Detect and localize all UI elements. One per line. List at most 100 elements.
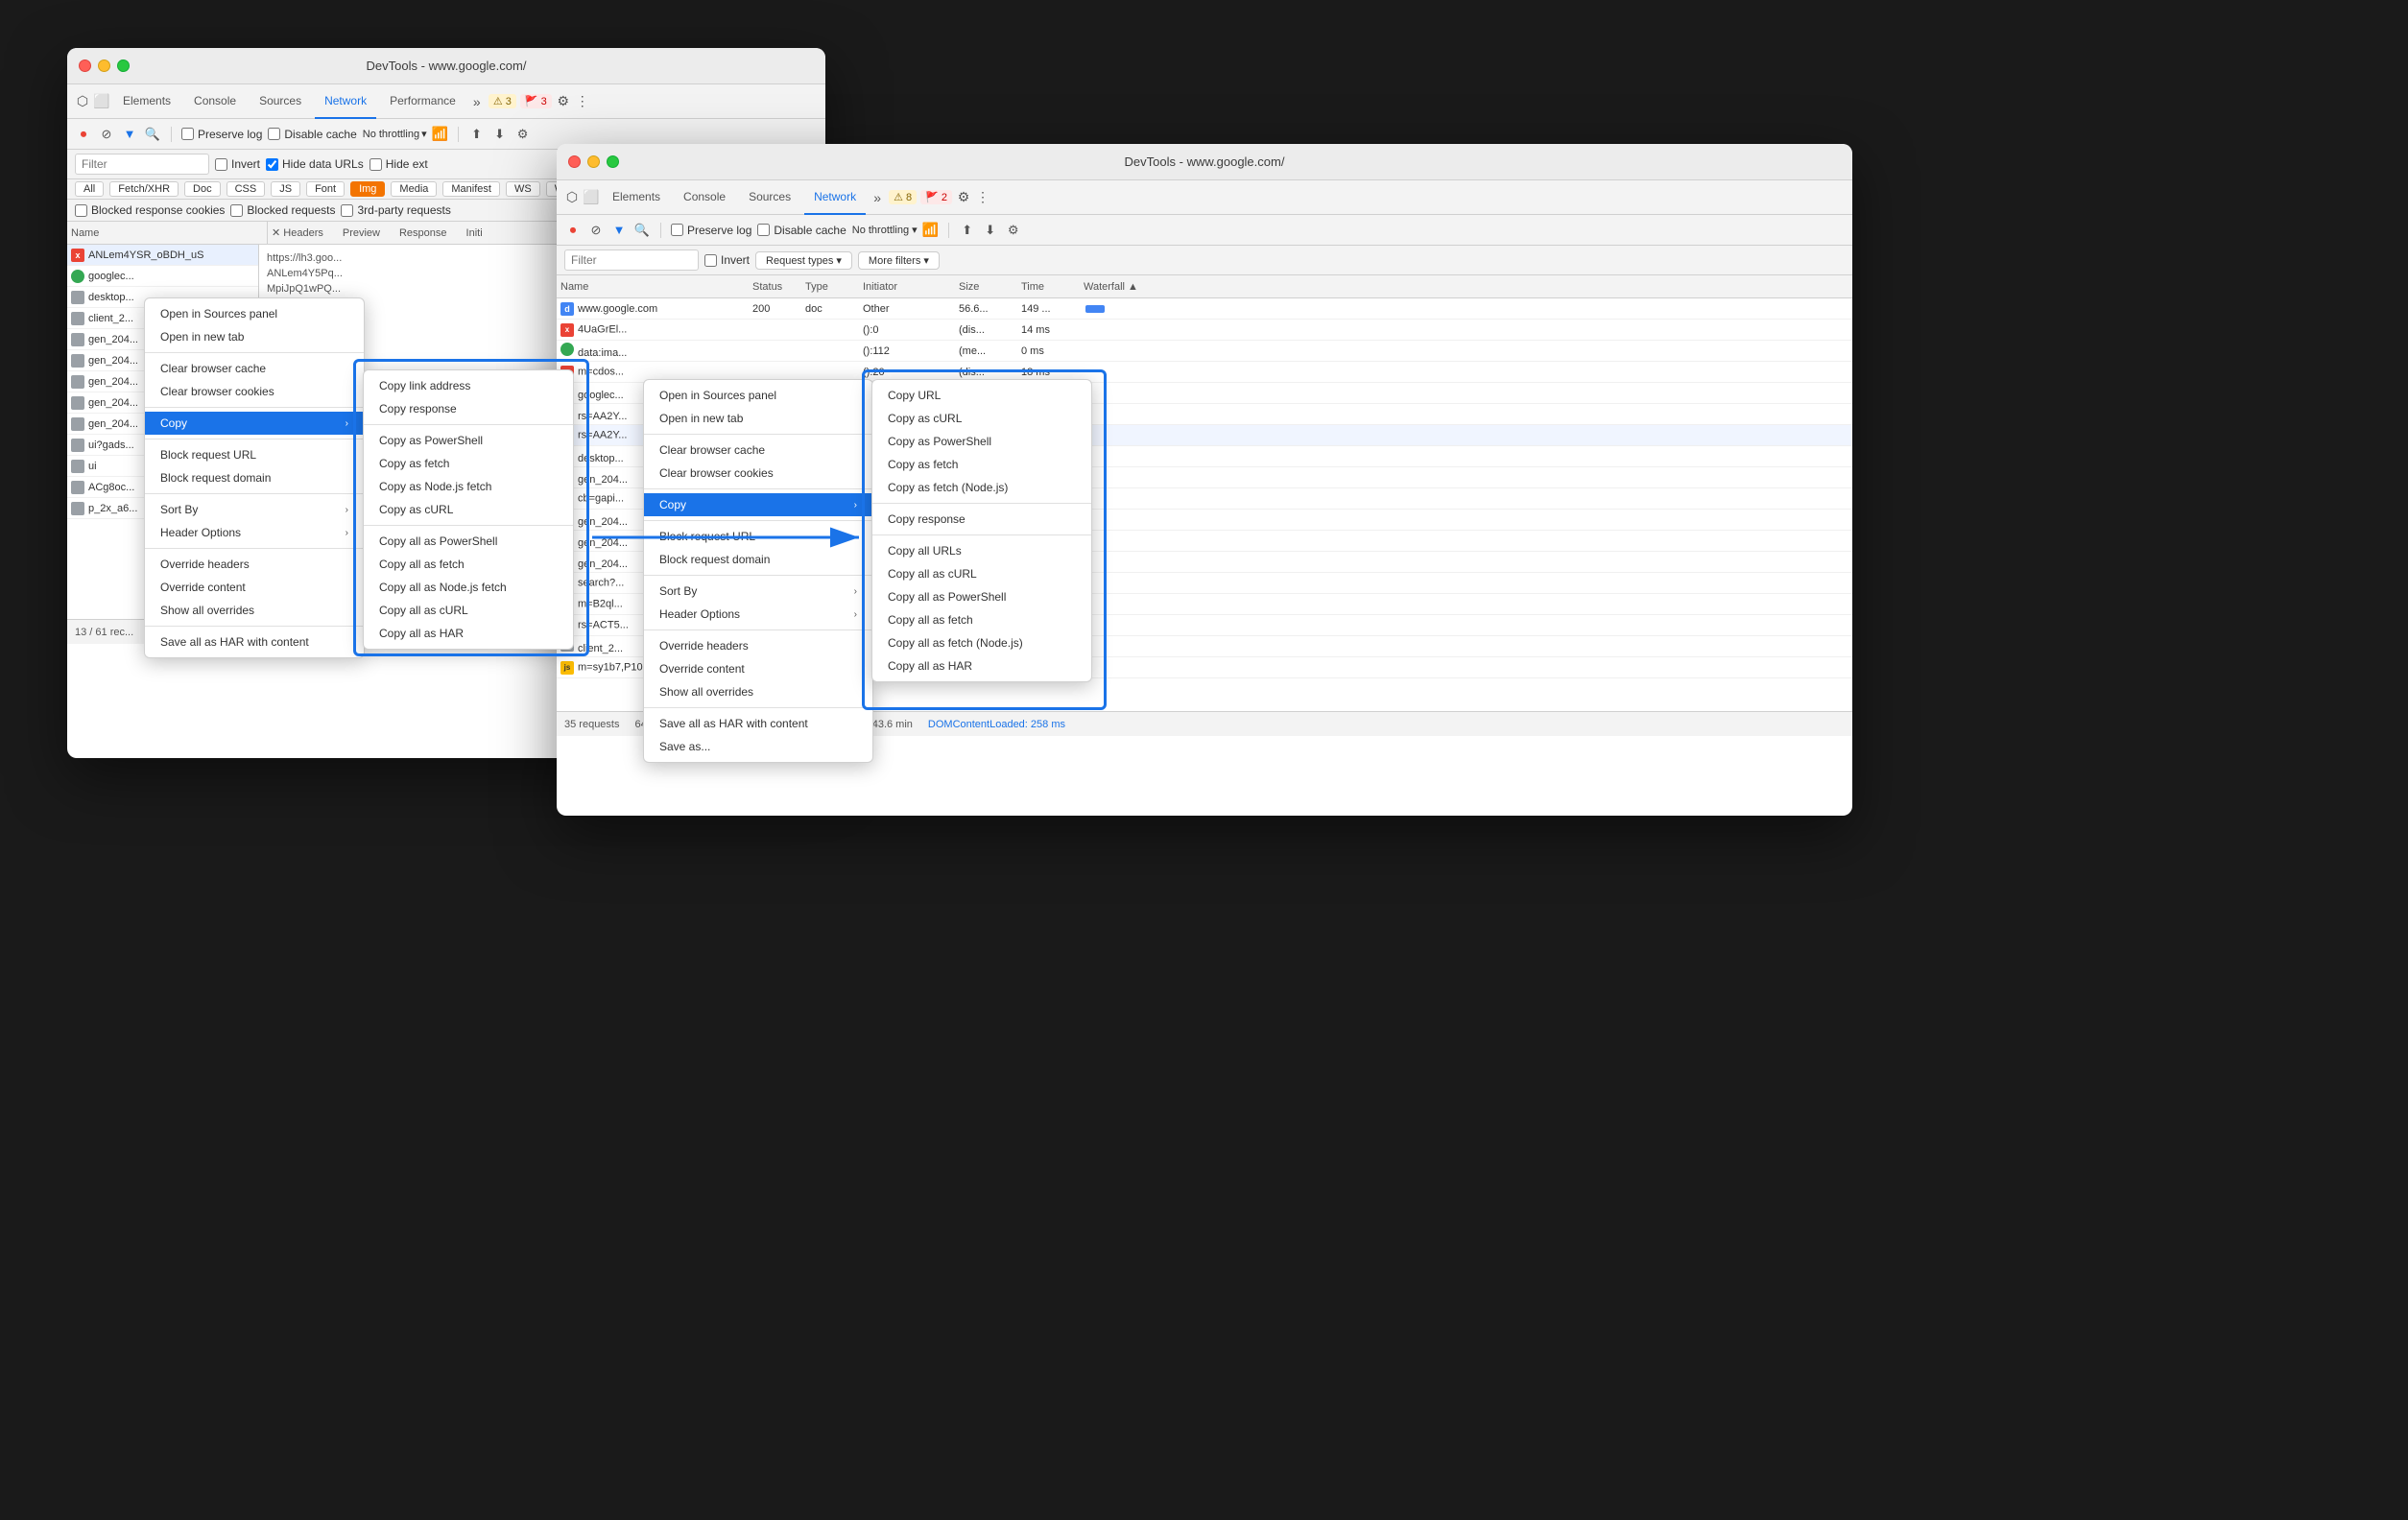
clear-icon-left[interactable]: ⊘	[98, 126, 115, 143]
filter-input-left[interactable]	[75, 154, 209, 175]
menu-item-block-domain-left[interactable]: Block request domain	[145, 466, 364, 489]
filter-ws-left[interactable]: WS	[506, 181, 540, 197]
menu-item-copy-all-curl-left[interactable]: Copy all as cURL	[364, 599, 573, 622]
filter-manifest-left[interactable]: Manifest	[442, 181, 500, 197]
table-row[interactable]: x4UaGrEl... ():0 (dis... 14 ms	[557, 320, 1852, 341]
filter-fetch-left[interactable]: Fetch/XHR	[109, 181, 179, 197]
tab-console-left[interactable]: Console	[184, 84, 246, 119]
menu-item-copy-curl-left[interactable]: Copy as cURL	[364, 498, 573, 521]
menu-item-sort-right[interactable]: Sort By ›	[644, 580, 872, 603]
cursor-icon-left[interactable]: ⬡	[75, 94, 90, 109]
menu-item-copy-fetch-left[interactable]: Copy as fetch	[364, 452, 573, 475]
settings2-icon-right[interactable]: ⚙	[1005, 222, 1022, 239]
tab-console-right[interactable]: Console	[674, 180, 735, 215]
device-icon-left[interactable]: ⬜	[94, 94, 109, 109]
more-tabs-icon-left[interactable]: »	[469, 94, 485, 109]
menu-item-show-overrides-left[interactable]: Show all overrides	[145, 599, 364, 622]
wifi-icon-left[interactable]: 📶	[433, 127, 448, 142]
menu-item-block-url-right[interactable]: Block request URL	[644, 525, 872, 548]
filter-icon-right[interactable]: ▼	[610, 222, 628, 239]
menu-item-copy-all-powershell-right[interactable]: Copy all as PowerShell	[872, 585, 1091, 608]
close-button-left[interactable]	[79, 59, 91, 72]
table-row[interactable]: x ANLem4YSR_oBDH_uS	[67, 245, 258, 266]
menu-item-open-sources-left[interactable]: Open in Sources panel	[145, 302, 364, 325]
settings2-icon-left[interactable]: ⚙	[514, 126, 532, 143]
menu-item-header-options-left[interactable]: Header Options ›	[145, 521, 364, 544]
maximize-button-left[interactable]	[117, 59, 130, 72]
record-icon-left[interactable]: ⏺	[75, 126, 92, 143]
menu-item-copy-all-nodejs-left[interactable]: Copy all as Node.js fetch	[364, 576, 573, 599]
filter-js-left[interactable]: JS	[271, 181, 300, 197]
table-row[interactable]: dwww.google.com 200 doc Other 56.6... 14…	[557, 298, 1852, 320]
filter-input-right[interactable]	[564, 249, 699, 271]
minimize-button-right[interactable]	[587, 155, 600, 168]
menu-item-clear-cookies-left[interactable]: Clear browser cookies	[145, 380, 364, 403]
menu-item-header-options-right[interactable]: Header Options ›	[644, 603, 872, 626]
tab-elements-right[interactable]: Elements	[603, 180, 670, 215]
more-filters-btn[interactable]: More filters ▾	[858, 251, 940, 270]
menu-item-save-har-left[interactable]: Save all as HAR with content	[145, 630, 364, 653]
menu-item-copy-all-curl-right[interactable]: Copy all as cURL	[872, 562, 1091, 585]
menu-item-block-url-left[interactable]: Block request URL	[145, 443, 364, 466]
throttle-select-right[interactable]: No throttling ▾	[852, 224, 918, 236]
menu-item-sort-left[interactable]: Sort By ›	[145, 498, 364, 521]
third-party-left[interactable]: 3rd-party requests	[341, 203, 450, 217]
menu-item-override-headers-right[interactable]: Override headers	[644, 634, 872, 657]
request-types-btn[interactable]: Request types ▾	[755, 251, 852, 270]
tab-performance-left[interactable]: Performance	[380, 84, 465, 119]
filter-img-left[interactable]: Img	[350, 181, 385, 197]
menu-item-clear-cache-left[interactable]: Clear browser cache	[145, 357, 364, 380]
menu-item-copy-all-fetch-left[interactable]: Copy all as fetch	[364, 553, 573, 576]
invert-checkbox-right[interactable]: Invert	[704, 253, 750, 267]
invert-checkbox-left[interactable]: Invert	[215, 157, 260, 171]
hide-ext-left[interactable]: Hide ext	[370, 157, 428, 171]
filter-font-left[interactable]: Font	[306, 181, 345, 197]
menu-item-open-tab-right[interactable]: Open in new tab	[644, 407, 872, 430]
filter-media-left[interactable]: Media	[391, 181, 437, 197]
device-icon-right[interactable]: ⬜	[584, 190, 599, 205]
table-row[interactable]: data:ima... ():112 (me... 0 ms	[557, 341, 1852, 362]
menu-item-copy-left[interactable]: Copy ›	[145, 412, 364, 435]
menu-item-show-overrides-right[interactable]: Show all overrides	[644, 680, 872, 703]
menu-item-copy-all-fetch-right[interactable]: Copy all as fetch	[872, 608, 1091, 631]
menu-item-copy-link-left[interactable]: Copy link address	[364, 374, 573, 397]
throttle-select-left[interactable]: No throttling ▾	[363, 128, 427, 140]
settings-icon-left[interactable]: ⚙	[556, 94, 571, 109]
tab-elements-left[interactable]: Elements	[113, 84, 180, 119]
upload-icon-right[interactable]: ⬆	[959, 222, 976, 239]
disable-cache-right[interactable]: Disable cache	[757, 224, 846, 237]
menu-item-override-headers-left[interactable]: Override headers	[145, 553, 364, 576]
tab-sources-right[interactable]: Sources	[739, 180, 800, 215]
tab-sources-left[interactable]: Sources	[250, 84, 311, 119]
tab-network-right[interactable]: Network	[804, 180, 866, 215]
menu-item-copy-nodejs-left[interactable]: Copy as Node.js fetch	[364, 475, 573, 498]
menu-item-copy-all-urls-right[interactable]: Copy all URLs	[872, 539, 1091, 562]
maximize-button-right[interactable]	[607, 155, 619, 168]
blocked-requests-left[interactable]: Blocked requests	[230, 203, 335, 217]
cursor-icon-right[interactable]: ⬡	[564, 190, 580, 205]
filter-icon-left[interactable]: ▼	[121, 126, 138, 143]
menu-item-copy-curl-right[interactable]: Copy as cURL	[872, 407, 1091, 430]
table-row[interactable]: googlec...	[67, 266, 258, 287]
menu-item-open-tab-left[interactable]: Open in new tab	[145, 325, 364, 348]
menu-item-override-content-left[interactable]: Override content	[145, 576, 364, 599]
minimize-button-left[interactable]	[98, 59, 110, 72]
menu-item-clear-cache-right[interactable]: Clear browser cache	[644, 439, 872, 462]
search-icon-left[interactable]: 🔍	[144, 126, 161, 143]
more-tabs-icon-right[interactable]: »	[870, 190, 885, 205]
menu-item-copy-all-powershell-left[interactable]: Copy all as PowerShell	[364, 530, 573, 553]
filter-doc-left[interactable]: Doc	[184, 181, 221, 197]
filter-all-left[interactable]: All	[75, 181, 104, 197]
menu-item-copy-powershell-right[interactable]: Copy as PowerShell	[872, 430, 1091, 453]
more-icon-left[interactable]: ⋮	[575, 94, 590, 109]
upload-icon-left[interactable]: ⬆	[468, 126, 486, 143]
menu-item-copy-powershell-left[interactable]: Copy as PowerShell	[364, 429, 573, 452]
menu-item-copy-all-har-left[interactable]: Copy all as HAR	[364, 622, 573, 645]
menu-item-copy-fetch-nodejs-right[interactable]: Copy as fetch (Node.js)	[872, 476, 1091, 499]
clear-icon-right[interactable]: ⊘	[587, 222, 605, 239]
menu-item-block-domain-right[interactable]: Block request domain	[644, 548, 872, 571]
context-menu-right-main[interactable]: Open in Sources panel Open in new tab Cl…	[643, 379, 873, 763]
menu-item-open-sources-right[interactable]: Open in Sources panel	[644, 384, 872, 407]
disable-cache-left[interactable]: Disable cache	[268, 128, 356, 141]
menu-item-clear-cookies-right[interactable]: Clear browser cookies	[644, 462, 872, 485]
